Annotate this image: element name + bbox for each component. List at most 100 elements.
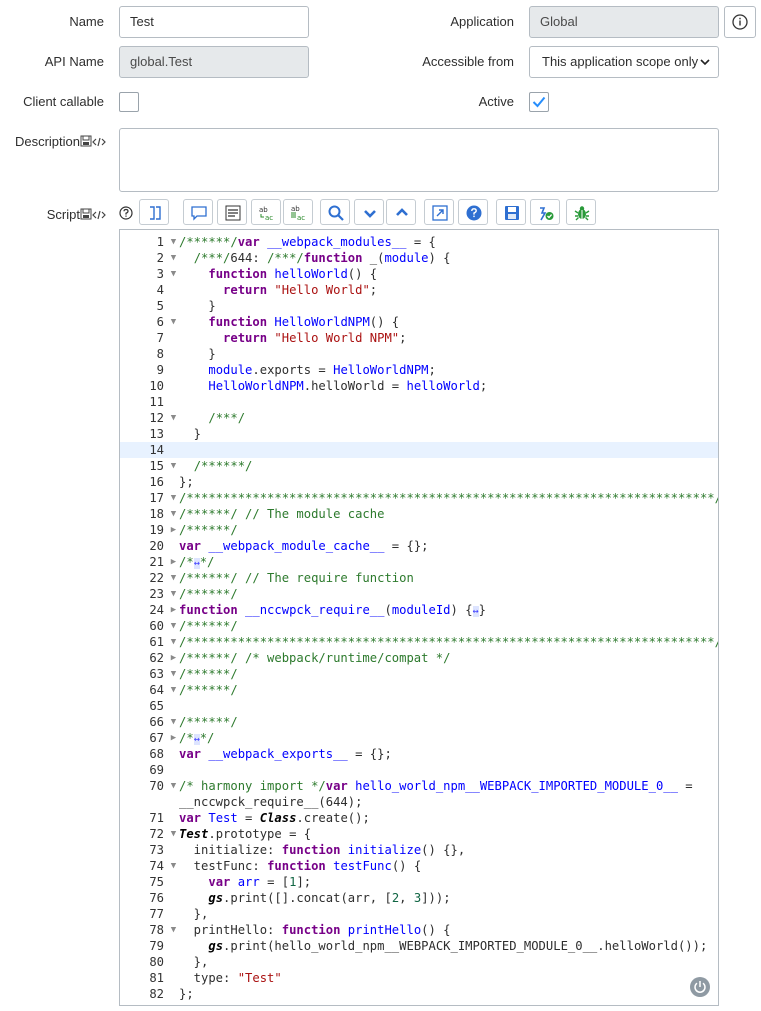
code-line[interactable]: 20 var __webpack_module_cache__ = {}; [120, 538, 718, 554]
code-line[interactable]: 74 ▼ testFunc: function testFunc() { [120, 858, 718, 874]
code-line[interactable]: 16}; [120, 474, 718, 490]
code-line[interactable]: 67 ▶/*↔*/ [120, 730, 718, 746]
code-line[interactable]: 4 return "Hello World"; [120, 282, 718, 298]
code-line[interactable]: 7 return "Hello World NPM"; [120, 330, 718, 346]
code-line[interactable]: 8 } [120, 346, 718, 362]
info-button[interactable] [724, 6, 756, 38]
accessible-from-select[interactable]: This application scope only [529, 46, 719, 78]
check-syntax-button[interactable] [530, 199, 560, 225]
code-line[interactable]: 70 ▼/* harmony import */var hello_world_n… [120, 778, 718, 794]
code-line[interactable]: 76 gs.print([].concat(arr, [2, 3])); [120, 890, 718, 906]
uncomment-button[interactable] [217, 199, 247, 225]
code-line[interactable]: 72 ▼ Test.prototype = { [120, 826, 718, 842]
fold-collapse-icon[interactable]: ▼ [169, 666, 178, 682]
fold-expand-icon[interactable]: ▶ [169, 554, 178, 570]
fold-expand-icon[interactable]: ▶ [169, 602, 178, 618]
code-line[interactable]: 21 ▶/*↔*/ [120, 554, 718, 570]
fold-collapse-icon[interactable]: ▼ [169, 570, 178, 586]
code-line[interactable]: 19 ▶/******/ [120, 522, 718, 538]
fold-collapse-icon[interactable]: ▼ [169, 410, 178, 426]
code-line[interactable]: 5 } [120, 298, 718, 314]
code-line[interactable]: 17 ▼/************************************… [120, 490, 718, 506]
fold-collapse-icon[interactable]: ▼ [169, 682, 178, 698]
fold-collapse-icon[interactable]: ▼ [169, 250, 178, 266]
fold-collapse-icon[interactable]: ▼ [169, 586, 178, 602]
code-line[interactable]: 6 ▼ function HelloWorldNPM() { [120, 314, 718, 330]
script-tag-icon[interactable] [92, 135, 106, 150]
script-editor[interactable]: 1 ▼/******/var __webpack_modules__ = {2 ▼ … [119, 229, 719, 1006]
code-line[interactable]: 15 ▼ /******/ [120, 458, 718, 474]
code-line[interactable]: 79 gs.print(hello_world_npm__WEBPACK_IMP… [120, 938, 718, 954]
code-line[interactable]: 14 [120, 442, 718, 458]
search-button[interactable] [320, 199, 350, 225]
description-textarea[interactable] [119, 128, 719, 192]
code-line[interactable]: 80 }, [120, 954, 718, 970]
code-line[interactable]: 73 initialize: function initialize() {}, [120, 842, 718, 858]
fold-collapse-icon[interactable]: ▼ [169, 618, 178, 634]
fold-expand-icon[interactable]: ▶ [169, 730, 178, 746]
fold-collapse-icon[interactable]: ▼ [169, 266, 178, 282]
fold-collapse-icon[interactable]: ▼ [169, 858, 178, 874]
fold-collapse-icon[interactable]: ▼ [169, 922, 178, 938]
code-line[interactable]: 64 ▼/******/ [120, 682, 718, 698]
code-line[interactable]: 22 ▼/******/ // The require function [120, 570, 718, 586]
code-line[interactable]: 62 ▶/******/ /* webpack/runtime/compat */ [120, 650, 718, 666]
code-line[interactable]: 78 ▼ printHello: function printHello() { [120, 922, 718, 938]
code-line[interactable]: 71 var Test = Class.create(); [120, 810, 718, 826]
format-code-button[interactable] [139, 199, 169, 225]
code-line[interactable]: 65 [120, 698, 718, 714]
code-line[interactable]: 12 ▼ /***/ [120, 410, 718, 426]
code-line[interactable]: 3 ▼ function helloWorld() { [120, 266, 718, 282]
code-line[interactable]: 1 ▼/******/var __webpack_modules__ = { [120, 234, 718, 250]
code-line[interactable]: 82}; [120, 986, 718, 1002]
fold-collapse-icon[interactable]: ▼ [169, 506, 178, 522]
fold-collapse-icon[interactable]: ▼ [169, 714, 178, 730]
line-number: 66 [149, 715, 164, 729]
code-line[interactable]: 2 ▼ /***/644: /***/function _(module) { [120, 250, 718, 266]
code-line[interactable]: 9 module.exports = HelloWorldNPM; [120, 362, 718, 378]
find-next-button[interactable] [354, 199, 384, 225]
script-help-icon[interactable] [119, 206, 133, 220]
fold-collapse-icon[interactable]: ▼ [169, 314, 178, 330]
code-line[interactable]: 60 ▼/******/ [120, 618, 718, 634]
script-tag-icon[interactable] [92, 208, 106, 223]
fold-collapse-icon[interactable]: ▼ [169, 826, 178, 842]
replace-button[interactable]: ab ac [251, 199, 281, 225]
code-line[interactable]: 23 ▼/******/ [120, 586, 718, 602]
fold-collapse-icon[interactable]: ▼ [169, 234, 178, 250]
code-line[interactable]: 63 ▼/******/ [120, 666, 718, 682]
code-line[interactable]: 69 [120, 762, 718, 778]
client-callable-checkbox[interactable] [119, 92, 139, 112]
code-line[interactable]: 18 ▼/******/ // The module cache [120, 506, 718, 522]
code-line[interactable]: 66 ▼/******/ [120, 714, 718, 730]
help-button[interactable] [458, 199, 488, 225]
fold-collapse-icon[interactable]: ▼ [169, 490, 178, 506]
fold-expand-icon[interactable]: ▶ [169, 522, 178, 538]
code-line[interactable]: 68 var __webpack_exports__ = {}; [120, 746, 718, 762]
replace-all-button[interactable]: ab ac [283, 199, 313, 225]
debug-button[interactable] [566, 199, 596, 225]
code-line[interactable]: __nccwpck_require__(644); [120, 794, 718, 810]
find-previous-button[interactable] [386, 199, 416, 225]
save-button[interactable] [496, 199, 526, 225]
fold-collapse-icon[interactable]: ▼ [169, 778, 178, 794]
fold-expand-icon[interactable]: ▶ [169, 650, 178, 666]
fold-collapse-icon[interactable]: ▼ [169, 634, 178, 650]
code-line[interactable]: 13 } [120, 426, 718, 442]
active-checkbox[interactable] [529, 92, 549, 112]
name-input[interactable]: Test [119, 6, 309, 38]
code-line[interactable]: 75 var arr = [1]; [120, 874, 718, 890]
comment-button[interactable] [183, 199, 213, 225]
field-icon[interactable] [80, 208, 92, 223]
fold-collapse-icon[interactable]: ▼ [169, 458, 178, 474]
line-number: 16 [149, 475, 164, 489]
code-line[interactable]: 77 }, [120, 906, 718, 922]
code-line[interactable]: 61 ▼/************************************… [120, 634, 718, 650]
code-line[interactable]: 11 [120, 394, 718, 410]
code-line[interactable]: 24 ▶ function __nccwpck_require__(moduleId… [120, 602, 718, 618]
code-line[interactable]: 81 type: "Test" [120, 970, 718, 986]
code-line[interactable]: 10 HelloWorldNPM.helloWorld = helloWorld… [120, 378, 718, 394]
power-icon[interactable] [690, 977, 710, 997]
fullscreen-button[interactable] [424, 199, 454, 225]
field-icon[interactable] [80, 135, 92, 150]
